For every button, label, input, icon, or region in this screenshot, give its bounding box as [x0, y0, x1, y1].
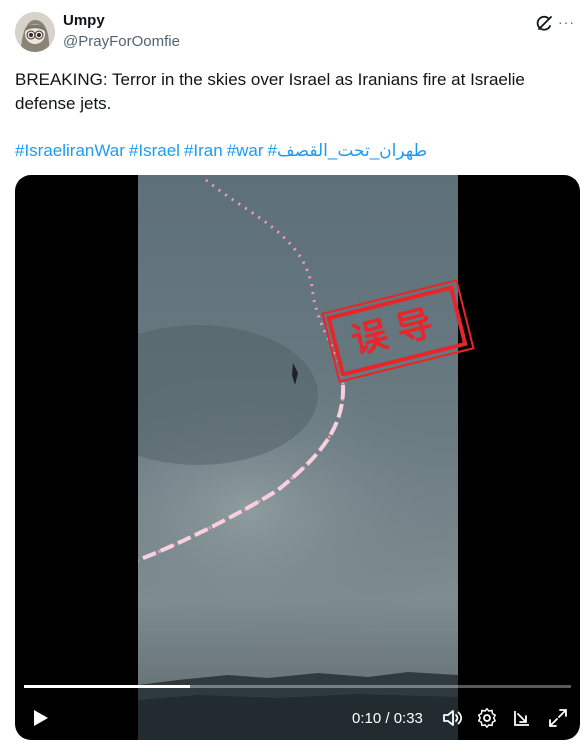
avatar[interactable]: [15, 12, 55, 52]
settings-gear-icon[interactable]: [476, 707, 498, 729]
tweet-card: Umpy @PrayForOomfie ··· BREAKING: Terror…: [0, 0, 587, 746]
play-icon[interactable]: [29, 707, 51, 729]
display-name[interactable]: Umpy: [63, 12, 105, 29]
video-progress-fill: [24, 685, 190, 688]
grok-icon[interactable]: [534, 12, 556, 34]
hashtag-link[interactable]: #طهران_تحت_القصف: [268, 141, 428, 160]
hashtag-link[interactable]: #war: [227, 141, 264, 160]
video-frame[interactable]: [138, 175, 458, 740]
user-handle[interactable]: @PrayForOomfie: [63, 33, 180, 50]
video-controls: 0:10 / 0:33: [15, 703, 580, 733]
hashtag-list: #IsraeliranWar #Israel #Iran #war #طهران_تحت…: [15, 140, 575, 162]
fullscreen-icon[interactable]: [547, 707, 569, 729]
hashtag-link[interactable]: #Israel: [129, 141, 180, 160]
more-options-icon[interactable]: ···: [558, 14, 575, 30]
volume-icon[interactable]: [441, 707, 463, 729]
video-progress-bar[interactable]: [24, 685, 571, 688]
video-player[interactable]: 误导 0:10 / 0:33: [15, 175, 580, 740]
tweet-text: BREAKING: Terror in the skies over Israe…: [15, 70, 525, 113]
video-time: 0:10 / 0:33: [352, 710, 423, 727]
popout-icon[interactable]: [511, 707, 533, 729]
hashtag-link[interactable]: #IsraeliranWar: [15, 141, 125, 160]
hashtag-link[interactable]: #Iran: [184, 141, 223, 160]
